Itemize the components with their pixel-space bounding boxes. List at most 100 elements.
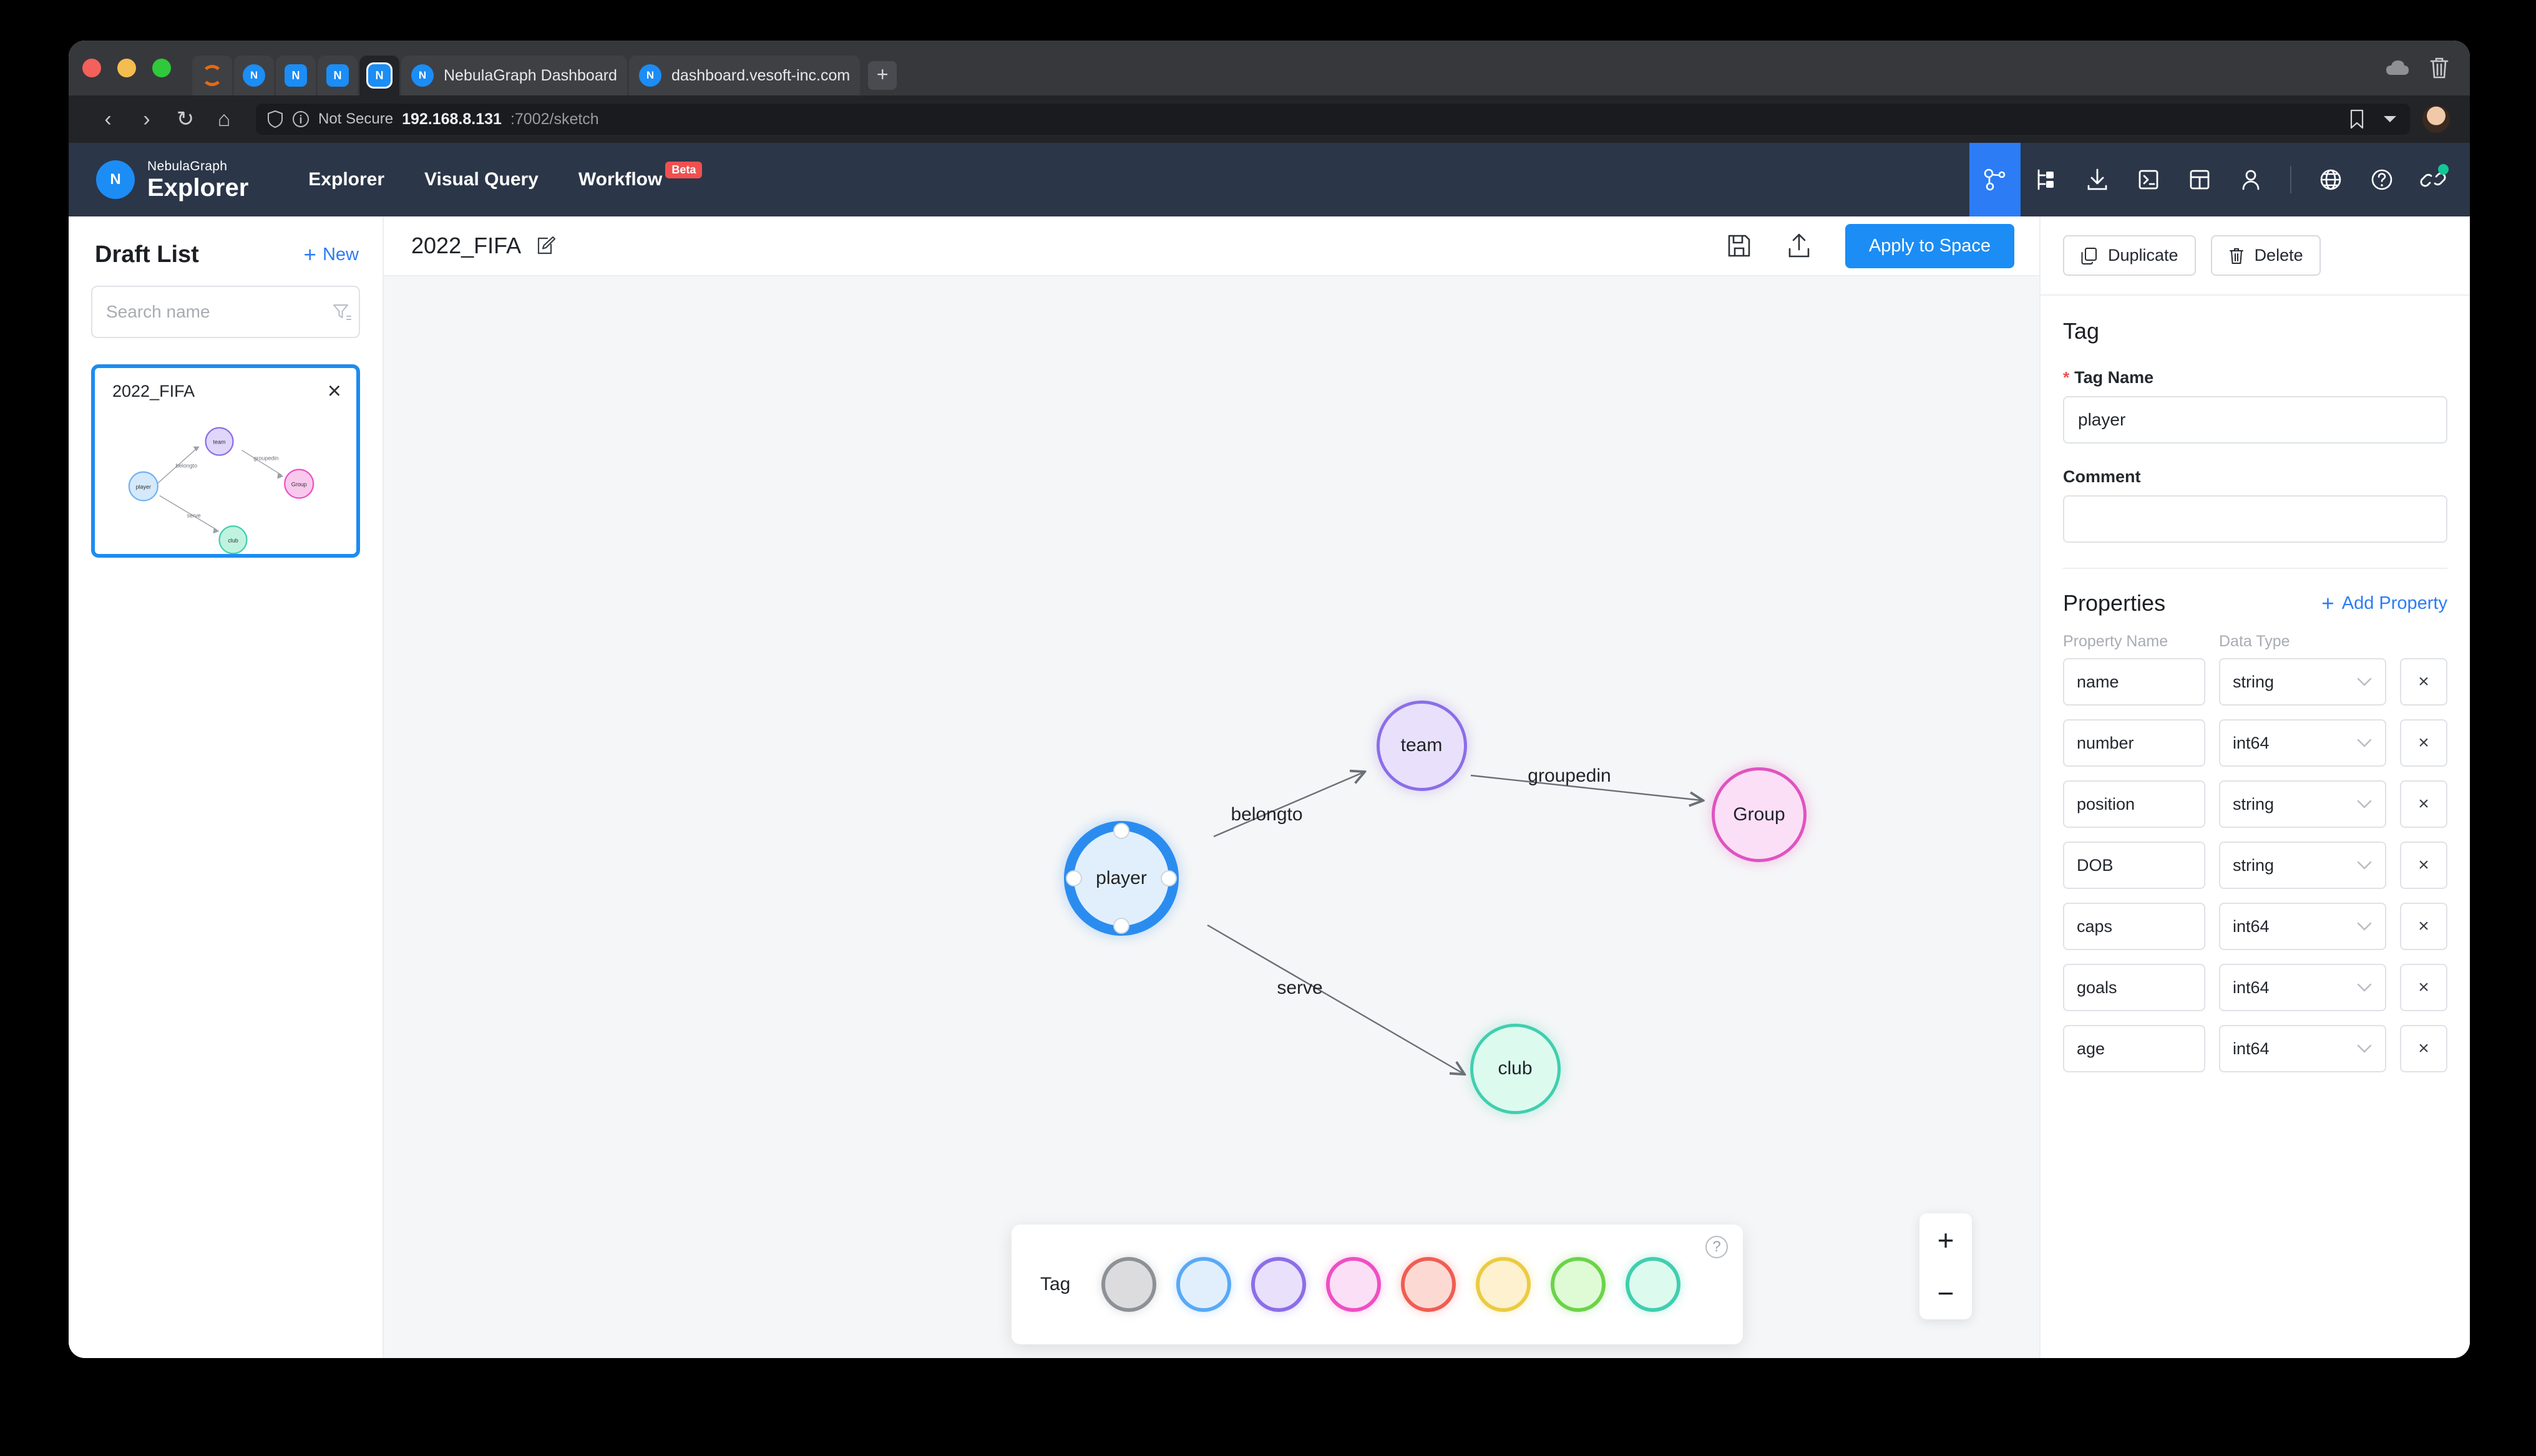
search-input[interactable] <box>106 302 331 322</box>
nav-item-explorer[interactable]: Explorer <box>308 169 384 190</box>
brand-logo[interactable]: N NebulaGraph Explorer <box>96 160 248 200</box>
tag-color-swatch-green[interactable] <box>1551 1257 1606 1312</box>
svg-text:team: team <box>213 439 226 445</box>
nav-item-visual-query[interactable]: Visual Query <box>424 169 539 190</box>
back-button[interactable]: ‹ <box>89 107 127 132</box>
tag-color-swatch-gray[interactable] <box>1101 1257 1157 1312</box>
search-box[interactable] <box>91 286 360 338</box>
property-type-select[interactable]: string <box>2219 842 2386 889</box>
filter-icon[interactable] <box>331 301 353 323</box>
tag-color-swatch-pink[interactable] <box>1326 1257 1382 1312</box>
plus-icon: + <box>2321 591 2334 616</box>
sketch-title: 2022_FIFA <box>411 233 522 258</box>
help-circle-icon[interactable]: ? <box>1705 1236 1728 1258</box>
property-name-input[interactable] <box>2063 719 2205 767</box>
duplicate-button[interactable]: Duplicate <box>2063 235 2196 276</box>
comment-input[interactable] <box>2063 495 2447 543</box>
zoom-out-button[interactable]: − <box>1919 1266 1972 1319</box>
console-icon[interactable] <box>2123 143 2174 216</box>
home-button[interactable]: ⌂ <box>205 107 243 132</box>
tag-color-swatch-blue[interactable] <box>1176 1257 1232 1312</box>
close-window-button[interactable] <box>82 59 101 77</box>
graph-node-club[interactable]: club <box>1470 1023 1561 1114</box>
property-name-input[interactable] <box>2063 1025 2205 1072</box>
cloud-icon[interactable] <box>2385 59 2410 77</box>
schema-tree-icon[interactable] <box>2021 143 2072 216</box>
add-property-button[interactable]: + Add Property <box>2321 593 2447 614</box>
tag-color-swatch-yellow[interactable] <box>1476 1257 1531 1312</box>
graph-node-team[interactable]: team <box>1376 700 1467 791</box>
dashboard-icon[interactable] <box>2174 143 2225 216</box>
language-globe-icon[interactable] <box>2305 143 2356 216</box>
property-type-select[interactable]: string <box>2219 658 2386 706</box>
remove-property-button[interactable]: × <box>2400 780 2447 828</box>
user-icon[interactable] <box>2225 143 2276 216</box>
nav-item-workflow[interactable]: Workflow Beta <box>578 162 703 190</box>
reload-button[interactable]: ↻ <box>166 107 205 132</box>
forward-button[interactable]: › <box>127 107 166 132</box>
tag-color-swatch-teal[interactable] <box>1626 1257 1681 1312</box>
apply-to-space-button[interactable]: Apply to Space <box>1845 223 2014 268</box>
help-icon[interactable] <box>2356 143 2407 216</box>
browser-tab-3[interactable] <box>318 56 358 95</box>
connection-icon[interactable] <box>2407 143 2459 216</box>
property-type-select[interactable]: int64 <box>2219 964 2386 1011</box>
new-draft-button[interactable]: + New <box>304 244 359 266</box>
remove-property-button[interactable]: × <box>2400 719 2447 767</box>
property-name-input[interactable] <box>2063 964 2205 1011</box>
property-type-select[interactable]: string <box>2219 780 2386 828</box>
browser-tab-0[interactable] <box>192 56 232 95</box>
node-connection-handle[interactable] <box>1113 918 1129 934</box>
property-name-input[interactable] <box>2063 658 2205 706</box>
graph-node-Group[interactable]: Group <box>1712 767 1807 862</box>
edit-pencil-icon[interactable] <box>535 235 556 256</box>
property-type-select[interactable]: int64 <box>2219 719 2386 767</box>
node-connection-handle[interactable] <box>1161 870 1177 886</box>
new-tab-button[interactable]: + <box>868 61 897 90</box>
close-icon[interactable]: × <box>328 379 341 403</box>
remove-property-button[interactable]: × <box>2400 1025 2447 1072</box>
properties-title: Properties <box>2063 590 2166 616</box>
remove-property-button[interactable]: × <box>2400 842 2447 889</box>
browser-profile-avatar[interactable] <box>2422 105 2450 133</box>
graph-canvas[interactable]: belongto groupedin serve player team Group… <box>384 276 2039 1358</box>
new-draft-label: New <box>322 245 359 265</box>
browser-tab-6[interactable]: dashboard.vesoft-inc.com <box>628 56 861 95</box>
remove-property-button[interactable]: × <box>2400 903 2447 950</box>
minimize-window-button[interactable] <box>117 59 136 77</box>
property-name-input[interactable] <box>2063 842 2205 889</box>
info-circle-icon[interactable] <box>292 110 310 128</box>
property-type-value: int64 <box>2233 916 2270 936</box>
node-connection-handle[interactable] <box>1113 823 1129 839</box>
plus-icon: + <box>303 243 316 267</box>
tag-color-swatch-red[interactable] <box>1401 1257 1456 1312</box>
omnibox[interactable]: Not Secure 192.168.8.131 :7002/sketch <box>256 104 2410 135</box>
property-name-input[interactable] <box>2063 780 2205 828</box>
browser-tab-4[interactable] <box>359 56 399 95</box>
browser-tab-2[interactable] <box>276 56 316 95</box>
node-connection-handle[interactable] <box>1066 870 1082 886</box>
tag-name-input[interactable] <box>2063 396 2447 444</box>
browser-tab-1[interactable] <box>234 56 274 95</box>
chevron-down-icon[interactable] <box>2381 113 2399 125</box>
maximize-window-button[interactable] <box>152 59 171 77</box>
import-icon[interactable] <box>2072 143 2123 216</box>
sketch-icon[interactable] <box>1969 143 2021 216</box>
property-name-input[interactable] <box>2063 903 2205 950</box>
graph-node-player[interactable]: player <box>1064 821 1179 936</box>
zoom-in-button[interactable]: + <box>1919 1213 1972 1266</box>
trash-icon[interactable] <box>2429 56 2450 80</box>
delete-button[interactable]: Delete <box>2210 235 2321 276</box>
remove-property-button[interactable]: × <box>2400 658 2447 706</box>
draft-card-2022-fifa[interactable]: belongto groupedin serve player team Gro… <box>91 364 360 558</box>
tag-section: Tag * Tag Name Comment <box>2041 296 2470 569</box>
tag-color-swatch-purple[interactable] <box>1251 1257 1307 1312</box>
browser-tab-5[interactable]: NebulaGraph Dashboard <box>401 56 627 95</box>
save-disk-icon[interactable] <box>1725 232 1753 260</box>
bookmark-icon[interactable] <box>2349 109 2365 129</box>
property-type-value: string <box>2233 794 2275 813</box>
property-type-select[interactable]: int64 <box>2219 903 2386 950</box>
remove-property-button[interactable]: × <box>2400 964 2447 1011</box>
property-type-select[interactable]: int64 <box>2219 1025 2386 1072</box>
export-upload-icon[interactable] <box>1785 232 1813 260</box>
